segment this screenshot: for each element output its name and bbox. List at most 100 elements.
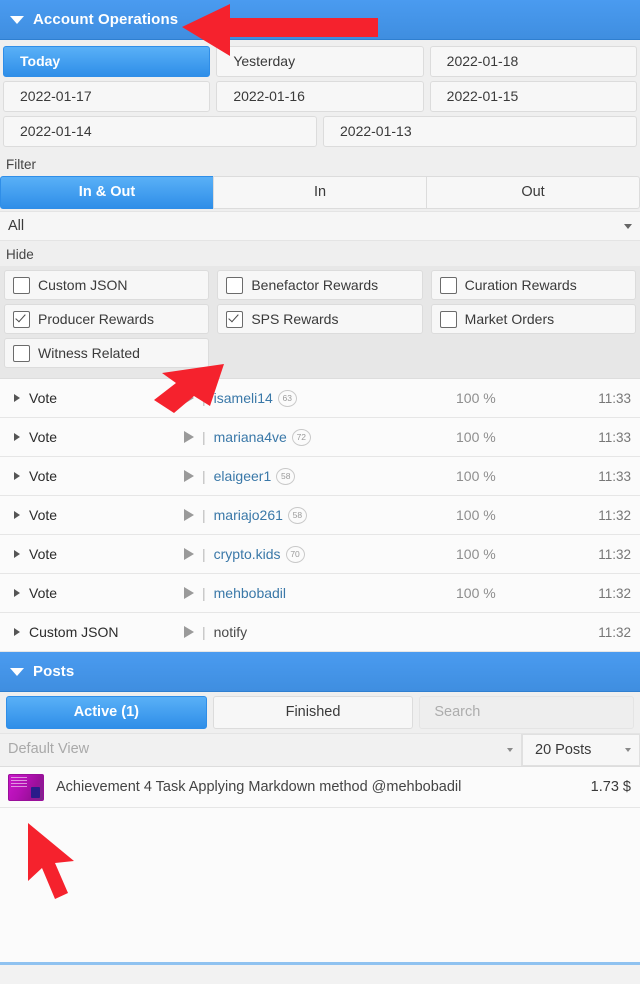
hide-checkbox-benefactor-rewards[interactable]: Benefactor Rewards bbox=[217, 270, 423, 300]
posts-header[interactable]: Posts bbox=[0, 652, 640, 692]
expand-chevron-icon[interactable] bbox=[14, 628, 20, 636]
operation-type: Vote bbox=[29, 390, 58, 406]
posts-search-input[interactable]: Search bbox=[419, 696, 635, 729]
table-row[interactable]: Vote | crypto.kids 70 100 % 11:32 bbox=[0, 535, 640, 574]
chevron-down-icon bbox=[625, 748, 631, 752]
hide-checkbox-custom-json[interactable]: Custom JSON bbox=[4, 270, 210, 300]
hide-label: Hide bbox=[0, 241, 640, 266]
divider: | bbox=[202, 585, 206, 601]
tab-active-posts[interactable]: Active (1) bbox=[6, 696, 207, 729]
operation-time: 11:33 bbox=[598, 468, 631, 484]
expand-chevron-icon[interactable] bbox=[14, 589, 20, 597]
reputation-badge: 58 bbox=[287, 506, 307, 524]
post-title[interactable]: Achievement 4 Task Applying Markdown met… bbox=[56, 779, 591, 795]
play-icon[interactable] bbox=[184, 626, 194, 638]
date-tab-2022-01-14[interactable]: 2022-01-14 bbox=[3, 116, 317, 147]
posts-empty-area bbox=[0, 808, 640, 965]
reputation-badge: 70 bbox=[285, 545, 305, 563]
table-row[interactable]: Vote | elaigeer1 58 100 % 11:33 bbox=[0, 457, 640, 496]
date-tab-2022-01-16[interactable]: 2022-01-16 bbox=[216, 81, 424, 112]
date-tab-grid: Today Yesterday 2022-01-18 2022-01-17 20… bbox=[0, 40, 640, 151]
expand-chevron-icon[interactable] bbox=[14, 472, 20, 480]
account-link[interactable]: crypto.kids bbox=[214, 546, 281, 562]
date-tab-2022-01-17[interactable]: 2022-01-17 bbox=[3, 81, 211, 112]
filter-segment-in[interactable]: In bbox=[213, 176, 427, 209]
expand-chevron-icon[interactable] bbox=[14, 394, 20, 402]
operation-type: Vote bbox=[29, 546, 58, 562]
operation-type: Vote bbox=[29, 585, 58, 601]
play-icon[interactable] bbox=[184, 548, 194, 560]
date-tab-2022-01-15[interactable]: 2022-01-15 bbox=[429, 81, 637, 112]
hide-checkbox-label: Curation Rewards bbox=[464, 277, 577, 293]
table-row[interactable]: Vote | mariajo261 58 100 % 11:32 bbox=[0, 496, 640, 535]
account-link[interactable]: elaigeer1 bbox=[214, 468, 272, 484]
account-link[interactable]: mariajo261 bbox=[214, 507, 283, 523]
account-link[interactable]: notify bbox=[214, 624, 247, 640]
hide-checkbox-market-orders[interactable]: Market Orders bbox=[430, 304, 636, 334]
play-icon[interactable] bbox=[184, 587, 194, 599]
play-icon[interactable] bbox=[184, 509, 194, 521]
posts-count-select[interactable]: 20 Posts bbox=[522, 734, 640, 766]
play-icon[interactable] bbox=[184, 392, 194, 404]
hide-checkbox-producer-rewards[interactable]: Producer Rewards bbox=[4, 304, 210, 334]
checkbox-checked-icon[interactable] bbox=[226, 310, 244, 328]
hide-checkbox-witness-related[interactable]: Witness Related bbox=[4, 338, 210, 368]
operation-time: 11:32 bbox=[598, 585, 631, 601]
checkbox-icon[interactable] bbox=[226, 276, 244, 294]
play-icon[interactable] bbox=[184, 431, 194, 443]
vote-percent: 100 % bbox=[456, 585, 496, 601]
operation-time: 11:33 bbox=[598, 429, 631, 445]
checkbox-icon[interactable] bbox=[13, 344, 30, 362]
date-tab-2022-01-18[interactable]: 2022-01-18 bbox=[429, 46, 637, 77]
reputation-badge: 63 bbox=[277, 389, 297, 407]
filter-segment-out[interactable]: Out bbox=[426, 176, 640, 209]
account-link[interactable]: mehbobadil bbox=[214, 585, 286, 601]
reputation-badge: 72 bbox=[291, 428, 311, 446]
play-icon[interactable] bbox=[184, 470, 194, 482]
hide-checkbox-sps-rewards[interactable]: SPS Rewards bbox=[217, 304, 423, 334]
operation-type: Vote bbox=[29, 507, 58, 523]
filter-label: Filter bbox=[0, 151, 640, 176]
date-tab-today[interactable]: Today bbox=[3, 46, 211, 77]
account-link[interactable]: mariana4ve bbox=[214, 429, 287, 445]
account-operations-panel: Today Yesterday 2022-01-18 2022-01-17 20… bbox=[0, 40, 640, 652]
hide-checkbox-label: Market Orders bbox=[464, 311, 555, 327]
operation-time: 11:32 bbox=[598, 546, 631, 562]
vote-percent: 100 % bbox=[456, 429, 496, 445]
date-tab-2022-01-13[interactable]: 2022-01-13 bbox=[323, 116, 637, 147]
filter-segment-group: In & Out In Out bbox=[0, 176, 640, 211]
table-row[interactable]: Vote | mehbobadil 100 % 11:32 bbox=[0, 574, 640, 613]
table-row[interactable]: Vote | isameli14 63 100 % 11:33 bbox=[0, 379, 640, 418]
table-row[interactable]: Vote | mariana4ve 72 100 % 11:33 bbox=[0, 418, 640, 457]
checkbox-icon[interactable] bbox=[439, 276, 457, 294]
expand-chevron-icon[interactable] bbox=[14, 550, 20, 558]
hide-checkbox-grid: Custom JSON Benefactor Rewards Curation … bbox=[0, 266, 640, 378]
table-row[interactable]: Custom JSON | notify 11:32 bbox=[0, 613, 640, 652]
operation-type: Vote bbox=[29, 429, 58, 445]
operation-time: 11:32 bbox=[598, 507, 631, 523]
checkbox-icon[interactable] bbox=[439, 310, 457, 328]
hide-checkbox-curation-rewards[interactable]: Curation Rewards bbox=[430, 270, 636, 300]
checkbox-icon[interactable] bbox=[13, 276, 30, 294]
divider: | bbox=[202, 429, 206, 445]
filter-segment-in-and-out[interactable]: In & Out bbox=[0, 176, 214, 209]
posts-view-select[interactable]: Default View bbox=[0, 734, 522, 766]
caret-down-icon bbox=[10, 15, 24, 24]
expand-chevron-icon[interactable] bbox=[14, 433, 20, 441]
filter-type-select[interactable]: All bbox=[0, 211, 640, 241]
operation-type: Custom JSON bbox=[29, 624, 119, 640]
account-operations-header[interactable]: Account Operations bbox=[0, 0, 640, 40]
hide-checkbox-label: Custom JSON bbox=[38, 277, 128, 293]
divider: | bbox=[202, 546, 206, 562]
post-thumbnail-icon bbox=[8, 773, 44, 801]
list-item[interactable]: Achievement 4 Task Applying Markdown met… bbox=[0, 767, 640, 808]
expand-chevron-icon[interactable] bbox=[14, 511, 20, 519]
hide-checkbox-label: Benefactor Rewards bbox=[251, 277, 379, 293]
divider: | bbox=[202, 624, 206, 640]
tab-finished-posts[interactable]: Finished bbox=[212, 696, 414, 729]
account-link[interactable]: isameli14 bbox=[214, 390, 273, 406]
checkbox-checked-icon[interactable] bbox=[13, 310, 30, 328]
hide-checkbox-label: Producer Rewards bbox=[38, 311, 154, 327]
posts-title: Posts bbox=[33, 663, 75, 680]
date-tab-yesterday[interactable]: Yesterday bbox=[216, 46, 424, 77]
